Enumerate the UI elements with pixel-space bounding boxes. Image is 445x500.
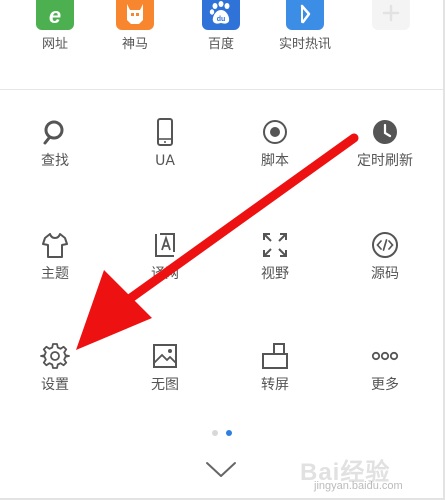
phone-icon <box>157 118 173 146</box>
tool-source-code[interactable]: 源码 <box>330 230 440 282</box>
tool-label: 设置 <box>41 377 69 393</box>
page-indicator-dot-active[interactable] <box>226 430 232 436</box>
add-icon <box>372 0 410 30</box>
script-icon <box>263 120 287 144</box>
svg-text:du: du <box>217 16 226 23</box>
no-image-icon <box>153 344 177 368</box>
tool-label: 源码 <box>371 266 399 282</box>
watermark-url: jingyan.baidu.com <box>314 480 403 492</box>
gear-icon <box>40 343 70 369</box>
search-icon <box>43 120 64 145</box>
tool-label: 定时刷新 <box>357 153 413 169</box>
translate-icon <box>155 233 175 257</box>
expand-icon <box>263 233 287 257</box>
tool-more[interactable]: 更多 <box>330 341 440 393</box>
tool-label: 转屏 <box>261 377 289 393</box>
app-shortcut-add[interactable] <box>336 0 445 37</box>
chevron-down-icon[interactable] <box>205 460 237 480</box>
tool-label: 查找 <box>41 153 69 169</box>
shenma-icon <box>116 0 154 30</box>
tool-label: 译网 <box>151 266 179 282</box>
tool-theme[interactable]: 主题 <box>0 230 110 282</box>
hotnews-icon <box>286 0 324 30</box>
tool-script[interactable]: 脚本 <box>220 117 330 169</box>
clock-icon <box>373 120 397 144</box>
tool-ua[interactable]: UA <box>110 117 220 169</box>
tool-rotate-screen[interactable]: 转屏 <box>220 341 330 393</box>
tool-translate[interactable]: 译网 <box>110 230 220 282</box>
rotate-screen-icon <box>262 343 288 369</box>
tool-label: 无图 <box>151 377 179 393</box>
baidu-jingyan-watermark: Bai经验 jingyan.baidu.com <box>300 452 440 496</box>
source-code-icon <box>372 232 398 258</box>
tool-label: 主题 <box>41 266 69 282</box>
tool-search[interactable]: 查找 <box>0 117 110 169</box>
tool-label: 视野 <box>261 266 289 282</box>
app-label: 实时热讯 <box>278 37 331 52</box>
tool-view[interactable]: 视野 <box>220 230 330 282</box>
shirt-icon <box>42 233 68 258</box>
tool-label: UA <box>155 153 175 169</box>
section-divider <box>0 89 443 90</box>
tool-label: 更多 <box>371 377 399 393</box>
menu-panel: e 网址 神马 du 百度 实时热讯 查找 UA 脚本 定时刷新 主题 译网 视… <box>0 0 445 500</box>
more-icon <box>371 351 399 361</box>
svg-text:e: e <box>49 3 61 28</box>
tool-no-image[interactable]: 无图 <box>110 341 220 393</box>
tool-label: 脚本 <box>261 153 289 169</box>
tool-settings[interactable]: 设置 <box>0 341 110 393</box>
baidu-icon: du <box>202 0 240 30</box>
web-icon: e <box>36 0 74 30</box>
page-indicator-dot[interactable] <box>212 430 218 436</box>
tool-timed-refresh[interactable]: 定时刷新 <box>330 117 440 169</box>
